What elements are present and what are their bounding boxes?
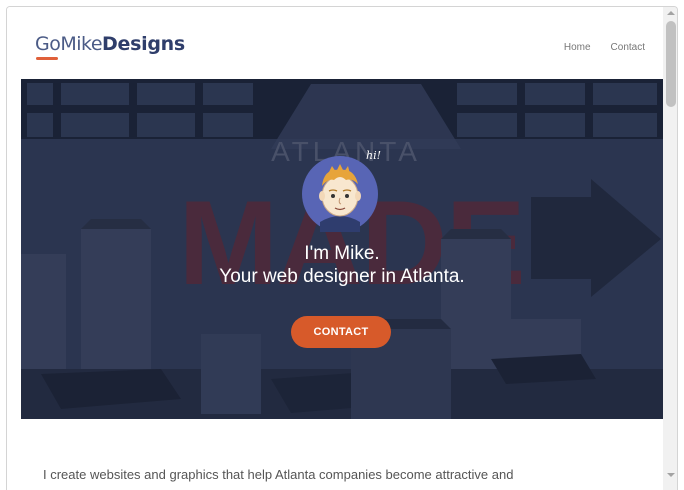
browser-frame: GoMikeDesigns Home Contact ATLANTA MADE … bbox=[6, 6, 678, 490]
scroll-down-arrow-icon[interactable] bbox=[667, 473, 675, 477]
scroll-up-arrow-icon[interactable] bbox=[667, 11, 675, 15]
nav-contact-link[interactable]: Contact bbox=[611, 42, 645, 53]
speech-hi-text: hi! bbox=[366, 149, 382, 162]
contact-cta-button[interactable]: CONTACT bbox=[291, 316, 391, 348]
page-viewport: GoMikeDesigns Home Contact ATLANTA MADE … bbox=[7, 7, 663, 490]
site-header: GoMikeDesigns Home Contact bbox=[7, 7, 663, 79]
logo-underline bbox=[36, 57, 58, 60]
mike-avatar bbox=[302, 156, 378, 232]
hero-heading-line2: Your web designer in Atlanta. bbox=[219, 266, 465, 287]
logo-text-gomike: GoMike bbox=[35, 33, 103, 55]
intro-paragraph: I create websites and graphics that help… bbox=[43, 467, 514, 482]
hero-heading-line1: I'm Mike. bbox=[304, 243, 380, 264]
vertical-scrollbar[interactable] bbox=[663, 7, 677, 490]
nav-home-link[interactable]: Home bbox=[564, 42, 591, 53]
scrollbar-thumb[interactable] bbox=[666, 21, 676, 107]
main-nav: Home Contact bbox=[564, 42, 645, 53]
site-logo[interactable]: GoMikeDesigns bbox=[35, 33, 185, 67]
hero-section: ATLANTA MADE hi! I'm Mike. Your web desi… bbox=[21, 79, 663, 419]
logo-text-designs: Designs bbox=[102, 33, 185, 55]
avatar-icon bbox=[302, 156, 378, 232]
